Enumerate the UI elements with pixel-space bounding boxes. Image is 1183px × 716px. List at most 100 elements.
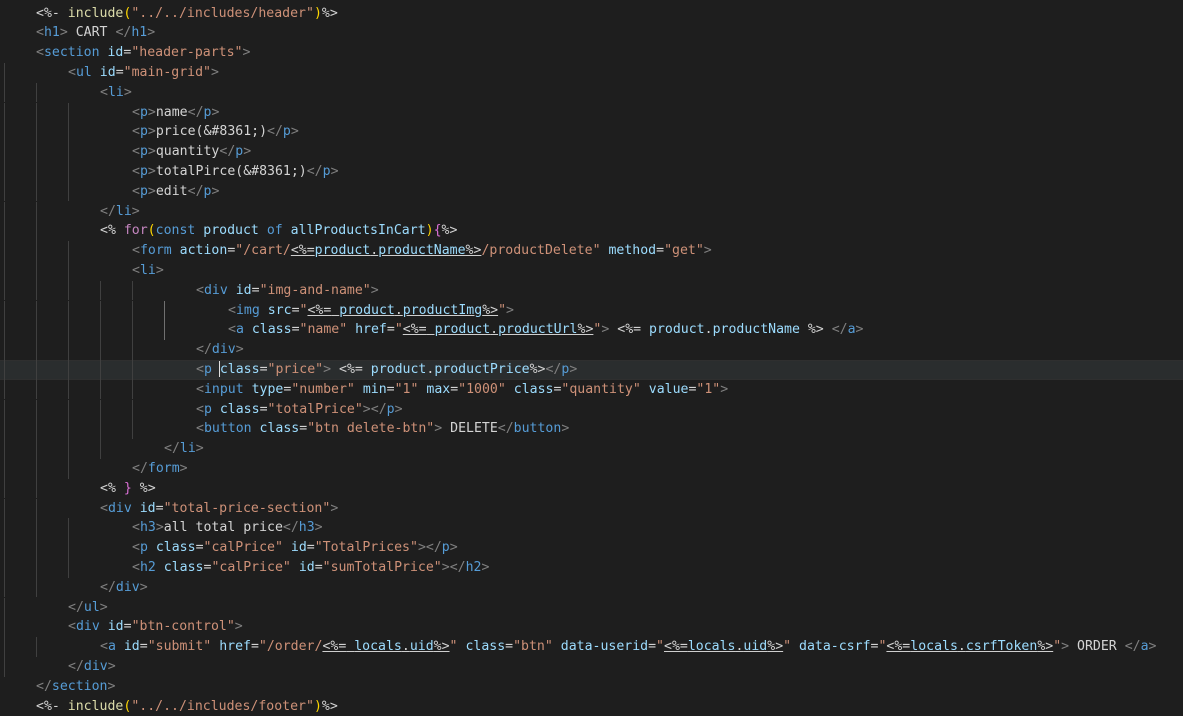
code-line[interactable]: <p class="totalPrice"></p> <box>0 400 1183 420</box>
code-line[interactable]: <li> <box>0 261 1183 281</box>
indent-guide <box>36 301 37 321</box>
code-line-text: <p>price(&#8361;)</p> <box>132 122 299 142</box>
code-line[interactable]: <input type="number" min="1" max="1000" … <box>0 380 1183 400</box>
indent-guide <box>36 479 37 499</box>
indent-guide <box>4 122 5 142</box>
indent-guide <box>164 301 165 321</box>
indent-guide <box>100 380 101 400</box>
code-line[interactable]: <% for(const product of allProductsInCar… <box>0 221 1183 241</box>
code-line-text: <%- include("../../includes/footer")%> <box>36 697 338 716</box>
code-line[interactable]: <li> <box>0 83 1183 103</box>
indent-guide <box>68 419 69 439</box>
code-line[interactable]: </ul> <box>0 598 1183 618</box>
indent-guide <box>100 301 101 321</box>
code-line[interactable]: <div id="btn-control"> <box>0 617 1183 637</box>
indent-guide <box>68 122 69 142</box>
indent-guide <box>68 439 69 459</box>
code-line-text: <li> <box>100 83 132 103</box>
code-line-text: <img src="<%= product.productImg%>"> <box>228 301 514 321</box>
code-line[interactable]: <% } %> <box>0 479 1183 499</box>
indent-guide <box>4 320 5 340</box>
code-line[interactable]: </div> <box>0 578 1183 598</box>
code-line[interactable]: <a class="name" href="<%= product.produc… <box>0 320 1183 340</box>
code-line[interactable]: </div> <box>0 340 1183 360</box>
indent-guide <box>68 261 69 281</box>
code-line-text: <ul id="main-grid"> <box>68 63 219 83</box>
code-line[interactable]: <img src="<%= product.productImg%>"> <box>0 301 1183 321</box>
code-line[interactable]: </li> <box>0 202 1183 222</box>
indent-guide <box>36 320 37 340</box>
code-line-text: </form> <box>132 459 188 479</box>
indent-guide <box>36 182 37 202</box>
indent-guide <box>68 103 69 123</box>
indent-guide <box>68 241 69 261</box>
indent-guide <box>132 281 133 301</box>
code-line[interactable]: <div id="total-price-section"> <box>0 499 1183 519</box>
code-line-text: </div> <box>68 657 116 677</box>
code-line[interactable]: <ul id="main-grid"> <box>0 63 1183 83</box>
indent-guide <box>36 241 37 261</box>
indent-guide <box>4 340 5 360</box>
code-line[interactable]: <p class="price"> <%= product.productPri… <box>0 360 1183 380</box>
code-line[interactable]: <section id="header-parts"> <box>0 43 1183 63</box>
code-line-text: </li> <box>100 202 140 222</box>
code-line-text: <input type="number" min="1" max="1000" … <box>196 380 728 400</box>
indent-guide <box>68 380 69 400</box>
code-line[interactable]: </li> <box>0 439 1183 459</box>
code-line-text: <h1> CART </h1> <box>36 23 155 43</box>
code-line[interactable]: <button class="btn delete-btn"> DELETE</… <box>0 419 1183 439</box>
code-line[interactable]: <h3>all total price</h3> <box>0 518 1183 538</box>
indent-guide <box>36 142 37 162</box>
code-line[interactable]: <h1> CART </h1> <box>0 23 1183 43</box>
indent-guide <box>100 340 101 360</box>
code-line-text: <% for(const product of allProductsInCar… <box>100 221 457 241</box>
code-line-text: <a id="submit" href="/order/<%= locals.u… <box>100 637 1156 657</box>
indent-guide <box>4 578 5 598</box>
indent-guide <box>68 281 69 301</box>
code-line[interactable]: <p>name</p> <box>0 103 1183 123</box>
code-line[interactable]: <p>totalPirce(&#8361;)</p> <box>0 162 1183 182</box>
code-line[interactable]: <%- include("../../includes/header")%> <box>0 4 1183 24</box>
indent-guide <box>4 162 5 182</box>
code-line[interactable]: </div> <box>0 657 1183 677</box>
indent-guide <box>4 301 5 321</box>
code-line[interactable]: <p>quantity</p> <box>0 142 1183 162</box>
indent-guide <box>68 538 69 558</box>
indent-guide <box>4 221 5 241</box>
code-line[interactable]: <h2 class="calPrice" id="sumTotalPrice">… <box>0 558 1183 578</box>
code-line[interactable]: <p>price(&#8361;)</p> <box>0 122 1183 142</box>
indent-guide <box>68 320 69 340</box>
indent-guide <box>36 202 37 222</box>
indent-guide <box>164 320 165 340</box>
indent-guide <box>36 538 37 558</box>
indent-guide <box>36 459 37 479</box>
code-editor[interactable]: <%- include("../../includes/header")%><h… <box>0 0 1183 715</box>
code-line[interactable]: <p>edit</p> <box>0 182 1183 202</box>
indent-guide <box>68 182 69 202</box>
indent-guide <box>100 320 101 340</box>
indent-guide <box>36 439 37 459</box>
indent-guide <box>68 142 69 162</box>
code-line-text: <form action="/cart/<%=product.productNa… <box>132 241 712 261</box>
indent-guide <box>100 281 101 301</box>
code-line-text: <%- include("../../includes/header")%> <box>36 4 338 24</box>
code-line[interactable]: </form> <box>0 459 1183 479</box>
code-line[interactable]: <a id="submit" href="/order/<%= locals.u… <box>0 637 1183 657</box>
indent-guide <box>100 439 101 459</box>
indent-guide <box>36 558 37 578</box>
indent-guide <box>4 380 5 400</box>
code-line[interactable]: </section> <box>0 677 1183 697</box>
code-line[interactable]: <%- include("../../includes/footer")%> <box>0 697 1183 716</box>
indent-guide <box>36 83 37 103</box>
indent-guide <box>100 419 101 439</box>
code-line-text: <section id="header-parts"> <box>36 43 250 63</box>
indent-guide <box>4 538 5 558</box>
indent-guide <box>132 301 133 321</box>
code-line[interactable]: <p class="calPrice" id="TotalPrices"></p… <box>0 538 1183 558</box>
code-line[interactable]: <div id="img-and-name"> <box>0 281 1183 301</box>
code-line[interactable]: <form action="/cart/<%=product.productNa… <box>0 241 1183 261</box>
indent-guide <box>100 400 101 420</box>
indent-guide <box>36 360 37 380</box>
indent-guide <box>68 301 69 321</box>
indent-guide <box>36 261 37 281</box>
